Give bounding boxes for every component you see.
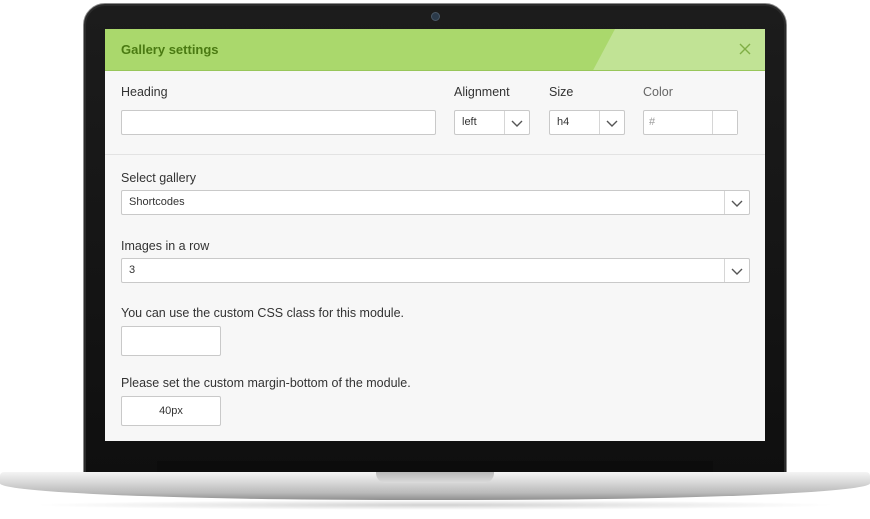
color-swatch[interactable] <box>712 111 737 134</box>
alignment-select[interactable]: left <box>454 110 530 135</box>
gallery-value: Shortcodes <box>129 196 185 208</box>
laptop-shadow <box>30 500 840 510</box>
alignment-value: left <box>462 116 477 128</box>
margin-bottom-label: Please set the custom margin-bottom of t… <box>121 376 411 390</box>
color-field[interactable]: # <box>643 110 738 135</box>
chevron-down-icon <box>724 191 749 214</box>
color-input[interactable]: # <box>649 111 655 134</box>
chevron-down-icon <box>724 259 749 282</box>
margin-bottom-input[interactable] <box>121 396 221 426</box>
alignment-label: Alignment <box>454 85 510 99</box>
modal-title: Gallery settings <box>121 42 219 57</box>
gallery-settings-modal: Gallery settings Heading Alignment left … <box>105 29 765 441</box>
chevron-down-icon <box>599 111 624 134</box>
laptop-notch <box>376 472 494 483</box>
css-class-label: You can use the custom CSS class for thi… <box>121 306 405 320</box>
modal-header: Gallery settings <box>105 29 765 71</box>
css-class-input[interactable] <box>121 326 221 356</box>
color-label: Color <box>643 85 673 99</box>
size-value: h4 <box>557 116 570 128</box>
section-divider <box>105 154 765 155</box>
size-label: Size <box>549 85 574 99</box>
webcam-icon <box>431 12 440 21</box>
size-select[interactable]: h4 <box>549 110 625 135</box>
gallery-label: Select gallery <box>121 171 197 185</box>
heading-label: Heading <box>121 85 168 99</box>
images-row-select[interactable]: 3 <box>121 258 750 283</box>
chevron-down-icon <box>504 111 529 134</box>
images-row-value: 3 <box>129 264 136 276</box>
heading-input[interactable] <box>121 110 436 135</box>
gallery-select[interactable]: Shortcodes <box>121 190 750 215</box>
images-row-label: Images in a row <box>121 239 210 253</box>
close-icon[interactable] <box>737 41 753 57</box>
